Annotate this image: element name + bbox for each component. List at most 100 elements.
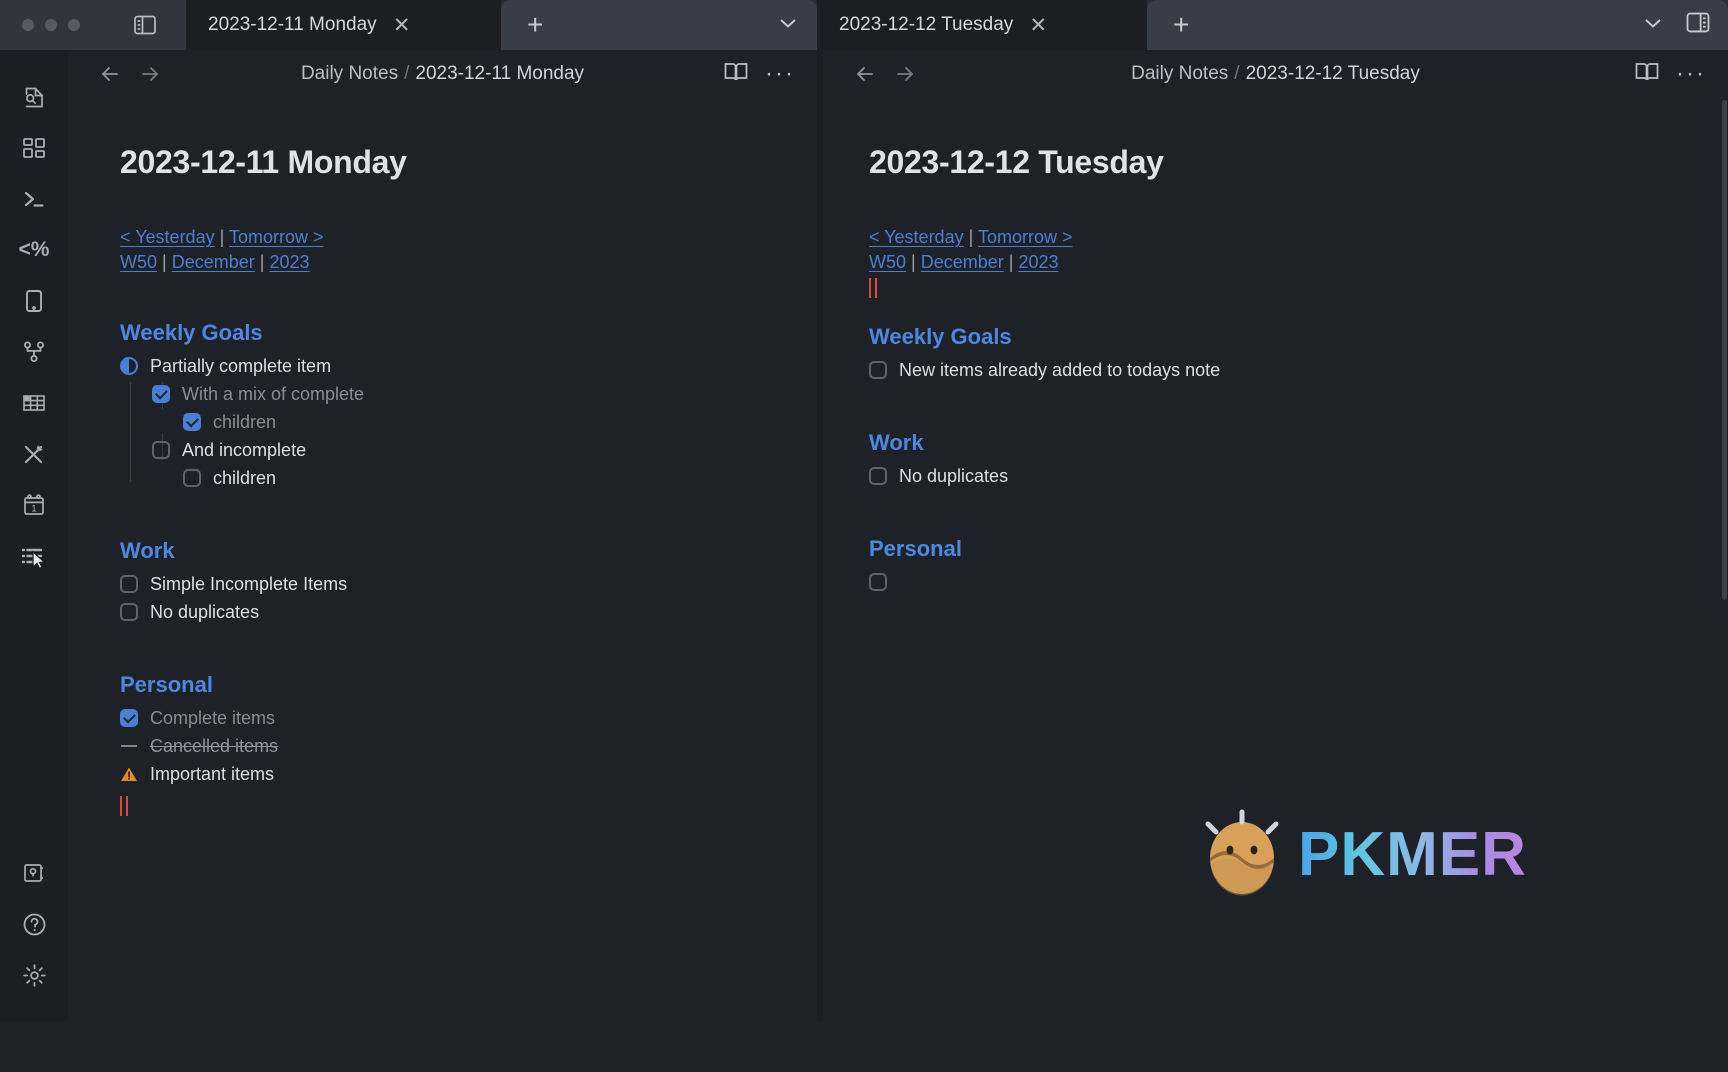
yesterday-link[interactable]: < Yesterday	[120, 227, 215, 247]
editor-cursor-row[interactable]	[120, 788, 817, 819]
sidebar-right-toggle-icon[interactable]	[1686, 12, 1710, 38]
editor-cursor-row[interactable]	[869, 274, 1728, 300]
task-row[interactable]: No duplicates	[869, 462, 1728, 490]
window-maximize-button[interactable]	[68, 19, 80, 31]
checkbox-partial-icon[interactable]	[120, 357, 138, 375]
book-open-icon[interactable]	[723, 60, 749, 89]
task-row[interactable]: children	[183, 464, 817, 492]
task-label: Simple Incomplete Items	[150, 574, 348, 594]
week-link[interactable]: W50	[869, 252, 906, 272]
chevron-down-icon[interactable]	[1642, 16, 1664, 35]
git-branch-icon[interactable]	[9, 327, 59, 377]
checkbox-unchecked-icon[interactable]	[120, 603, 138, 621]
table-icon[interactable]	[9, 378, 59, 428]
section-heading-work: Work	[120, 538, 175, 563]
arrow-left-icon[interactable]	[845, 54, 885, 94]
text-cursor	[869, 278, 877, 298]
month-link[interactable]: December	[921, 252, 1004, 272]
sidebar-left-toggle-icon[interactable]	[121, 0, 169, 50]
task-label: children	[213, 468, 277, 488]
year-link[interactable]: 2023	[269, 252, 309, 272]
arrow-right-icon[interactable]	[130, 54, 170, 94]
checkbox-unchecked-icon[interactable]	[869, 573, 887, 591]
section-heading-personal: Personal	[120, 672, 213, 697]
indent-guide	[130, 382, 131, 482]
pkmer-wordmark: PKMER	[1298, 820, 1527, 889]
breadcrumb-current: 2023-12-11 Monday	[415, 63, 585, 84]
tab-2023-12-11-monday[interactable]: 2023-12-11 Monday ✕	[186, 0, 501, 50]
link-separator: |	[911, 252, 916, 272]
tomorrow-link[interactable]: Tomorrow >	[978, 227, 1073, 247]
new-tab-button[interactable]: +	[527, 11, 543, 39]
checkbox-unchecked-icon[interactable]	[183, 469, 201, 487]
view-header-right: Daily Notes /2023-12-12 Tuesday ···	[823, 50, 1728, 98]
checkbox-checked-icon[interactable]	[152, 385, 170, 403]
close-icon[interactable]: ✕	[1027, 15, 1049, 36]
breadcrumb: Daily Notes /2023-12-11 Monday	[68, 63, 817, 85]
terminal-icon[interactable]	[9, 174, 59, 224]
nav-links-row-1: < Yesterday | Tomorrow >	[869, 225, 1728, 249]
scrollbar-right-pane[interactable]	[1722, 100, 1727, 600]
tab-title: 2023-12-11 Monday	[208, 14, 377, 35]
calendar-icon[interactable]: 1	[9, 480, 59, 530]
task-row[interactable]: Important items	[120, 760, 817, 788]
task-label: With a mix of complete	[182, 384, 365, 404]
task-row[interactable]: Partially complete item	[120, 352, 817, 380]
task-row[interactable]: New items already added to todays note	[869, 356, 1728, 384]
file-search-icon[interactable]	[9, 72, 59, 122]
arrow-right-icon[interactable]	[885, 54, 925, 94]
yesterday-link[interactable]: < Yesterday	[869, 227, 964, 247]
checkbox-unchecked-icon[interactable]	[120, 575, 138, 593]
warning-triangle-icon[interactable]	[120, 766, 138, 784]
task-row[interactable]: Complete items	[120, 704, 817, 732]
section-heading-personal: Personal	[869, 536, 962, 561]
more-options-icon[interactable]: ···	[765, 62, 795, 86]
task-label: Cancelled items	[150, 736, 279, 756]
dashboard-grid-icon[interactable]	[9, 123, 59, 173]
link-separator: |	[1008, 252, 1014, 272]
svg-text:1: 1	[31, 503, 36, 514]
breadcrumb-parent[interactable]: Daily Notes	[1131, 63, 1228, 84]
task-row[interactable]: children	[183, 408, 817, 436]
breadcrumb-parent[interactable]: Daily Notes	[301, 63, 398, 84]
close-icon[interactable]: ✕	[391, 15, 413, 36]
task-label: No duplicates	[899, 466, 1009, 486]
task-list-icon[interactable]	[9, 531, 59, 581]
tomorrow-link[interactable]: Tomorrow >	[229, 227, 324, 247]
help-icon[interactable]	[9, 899, 59, 949]
templater-label: <%	[18, 238, 50, 261]
checkbox-unchecked-icon[interactable]	[869, 361, 887, 379]
tablet-icon[interactable]	[9, 276, 59, 326]
year-link[interactable]: 2023	[1018, 252, 1058, 272]
checkbox-cancelled-icon[interactable]	[120, 737, 138, 755]
month-link[interactable]: December	[172, 252, 255, 272]
task-row[interactable]: No duplicates	[120, 598, 817, 626]
window-minimize-button[interactable]	[45, 19, 57, 31]
more-options-icon[interactable]: ···	[1676, 62, 1706, 86]
traffic-light-zone	[0, 0, 186, 50]
chevron-down-icon[interactable]	[777, 16, 799, 35]
left-ribbon: <% 1	[0, 50, 68, 1022]
task-row[interactable]: Cancelled items	[120, 732, 817, 760]
book-open-icon[interactable]	[1634, 60, 1660, 89]
checkbox-unchecked-icon[interactable]	[869, 467, 887, 485]
task-label: And incomplete	[182, 440, 307, 460]
checkbox-checked-icon[interactable]	[120, 709, 138, 727]
week-link[interactable]: W50	[120, 252, 157, 272]
checkbox-unchecked-icon[interactable]	[152, 441, 170, 459]
task-row[interactable]	[869, 568, 1728, 594]
task-row[interactable]: And incomplete	[152, 436, 817, 464]
arrow-left-icon[interactable]	[90, 54, 130, 94]
new-tab-button[interactable]: +	[1173, 11, 1189, 39]
templater-icon[interactable]: <%	[9, 225, 59, 275]
tab-strip-empty-left: +	[501, 0, 817, 50]
checkbox-checked-icon[interactable]	[183, 413, 201, 431]
task-row[interactable]: Simple Incomplete Items	[120, 570, 817, 598]
tab-2023-12-12-tuesday[interactable]: 2023-12-12 Tuesday ✕	[817, 0, 1147, 50]
settings-gear-icon[interactable]	[9, 950, 59, 1000]
window-close-button[interactable]	[22, 19, 34, 31]
vault-icon[interactable]	[9, 848, 59, 898]
task-row[interactable]: With a mix of complete	[152, 380, 817, 408]
task-label: Important items	[150, 764, 275, 784]
excalidraw-icon[interactable]	[9, 429, 59, 479]
